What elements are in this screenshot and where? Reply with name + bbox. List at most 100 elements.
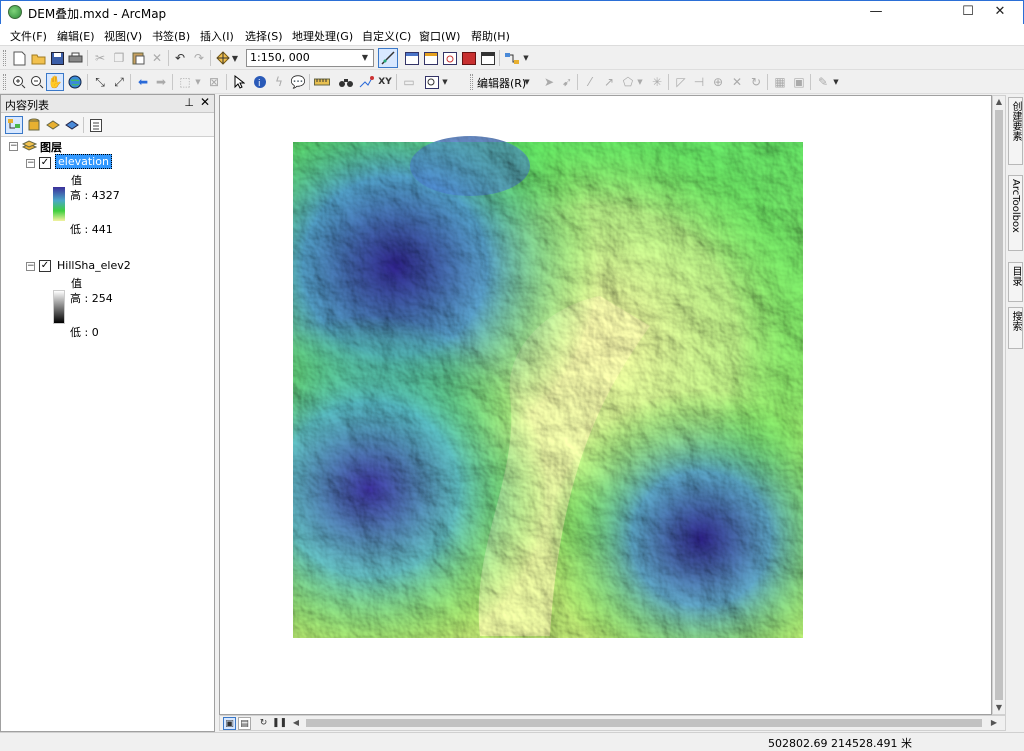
search-window-icon[interactable] [441, 49, 459, 67]
chevron-down-icon[interactable]: ▼ [194, 73, 202, 91]
menu-view[interactable]: 视图(V) [104, 28, 142, 44]
fixed-zoom-out-icon[interactable]: ⤢ [110, 73, 128, 91]
edit-vertices-icon[interactable]: ◸ [672, 73, 690, 91]
list-by-selection-icon[interactable] [63, 116, 81, 134]
print-icon[interactable] [66, 49, 84, 67]
chevron-down-icon[interactable]: ▼ [523, 73, 531, 91]
menu-windows[interactable]: 窗口(W) [419, 28, 460, 44]
menu-selection[interactable]: 选择(S) [245, 28, 283, 44]
redo-icon[interactable]: ↷ [190, 49, 208, 67]
menu-customize[interactable]: 自定义(C) [362, 28, 411, 44]
edit-tool-icon[interactable]: ➤ [540, 73, 558, 91]
edit-annotation-icon[interactable]: ➹ [558, 73, 576, 91]
split-tool-icon[interactable]: ✕ [728, 73, 746, 91]
menu-file[interactable]: 文件(F) [10, 28, 47, 44]
chevron-down-icon[interactable]: ▼ [636, 73, 644, 91]
side-tab-arctoolbox[interactable]: ArcToolbox [1008, 175, 1023, 251]
measure-icon[interactable] [313, 73, 331, 91]
expander-layers-root[interactable]: − [9, 142, 18, 151]
scroll-up-icon[interactable]: ▲ [993, 96, 1005, 108]
expander-elevation[interactable]: − [26, 159, 35, 168]
toolbar-overflow-icon[interactable]: ▼ [522, 49, 530, 67]
find-binoculars-icon[interactable] [337, 73, 355, 91]
back-extent-icon[interactable]: ⬅ [134, 73, 152, 91]
menu-bookmarks[interactable]: 书签(B) [152, 28, 190, 44]
create-features-icon[interactable]: ✎ [814, 73, 832, 91]
dem-raster-map[interactable] [220, 96, 992, 715]
open-folder-icon[interactable] [29, 49, 47, 67]
toolbar-grip[interactable] [470, 74, 473, 90]
sketch-properties-icon[interactable]: ▣ [790, 73, 808, 91]
side-tab-catalog[interactable]: 目录 [1008, 262, 1023, 302]
horizontal-scroll-thumb[interactable] [306, 719, 982, 727]
identify-icon[interactable]: i [251, 73, 269, 91]
menu-help[interactable]: 帮助(H) [471, 28, 510, 44]
editor-menu[interactable]: 编辑器(R) [477, 75, 526, 91]
pan-hand-icon[interactable]: ✋ [46, 73, 64, 91]
forward-extent-icon[interactable]: ➡ [152, 73, 170, 91]
toc-window-icon[interactable] [403, 49, 421, 67]
expander-hillshade[interactable]: − [26, 262, 35, 271]
select-elements-arrow-icon[interactable] [230, 73, 248, 91]
model-builder-icon[interactable] [503, 49, 521, 67]
cut-icon[interactable]: ✂ [91, 49, 109, 67]
zoom-in-icon[interactable] [10, 73, 28, 91]
list-by-source-icon[interactable] [25, 116, 43, 134]
hillshade-layer-name[interactable]: HillSha_elev2 [57, 259, 131, 272]
html-popup-icon[interactable]: 💬 [289, 73, 307, 91]
scroll-left-icon[interactable]: ◀ [290, 717, 302, 729]
toolbar-overflow-icon[interactable]: ▼ [441, 73, 449, 91]
list-by-drawing-order-icon[interactable] [5, 116, 23, 134]
undo-icon[interactable]: ↶ [171, 49, 189, 67]
toc-options-icon[interactable] [87, 116, 105, 134]
python-window-icon[interactable] [479, 49, 497, 67]
go-to-xy-icon[interactable]: XY [376, 73, 394, 91]
attributes-icon[interactable]: ▦ [771, 73, 789, 91]
end-point-arc-icon[interactable]: ↗ [600, 73, 618, 91]
fixed-zoom-in-icon[interactable]: ⤡ [91, 73, 109, 91]
reshape-feature-icon[interactable]: ⊣ [690, 73, 708, 91]
elevation-layer-name[interactable]: elevation [55, 154, 112, 169]
catalog-window-icon[interactable] [422, 49, 440, 67]
time-slider-icon[interactable]: ▭ [400, 73, 418, 91]
polygon-tool-icon[interactable]: ⬠ [619, 73, 637, 91]
new-document-icon[interactable] [10, 49, 28, 67]
minimize-button[interactable]: — [853, 1, 899, 24]
map-view[interactable] [219, 95, 992, 715]
toolbar-grip[interactable] [3, 74, 6, 90]
vertical-scroll-thumb[interactable] [995, 110, 1003, 700]
straight-segment-icon[interactable]: ⁄ [581, 73, 599, 91]
delete-icon[interactable]: ✕ [148, 49, 166, 67]
save-icon[interactable] [48, 49, 66, 67]
rotate-tool-icon[interactable]: ↻ [747, 73, 765, 91]
copy-icon[interactable]: ❐ [110, 49, 128, 67]
chevron-down-icon[interactable]: ▼ [358, 51, 372, 65]
hyperlink-icon[interactable]: ϟ [270, 73, 288, 91]
layout-view-icon[interactable]: ▤ [238, 717, 251, 730]
clear-selection-icon[interactable]: ⊠ [205, 73, 223, 91]
editor-toolbar-toggle-icon[interactable] [378, 48, 398, 68]
data-view-icon[interactable]: ▣ [223, 717, 236, 730]
side-tab-create-features[interactable]: 创建要素 [1008, 97, 1023, 165]
pin-icon[interactable]: ⊥ [184, 96, 194, 109]
elevation-visibility-checkbox[interactable]: ✓ [39, 157, 51, 169]
refresh-icon[interactable]: ↻ [257, 717, 270, 730]
toolbar-overflow-icon[interactable]: ▼ [832, 73, 840, 91]
paste-icon[interactable] [129, 49, 147, 67]
arctoolbox-window-icon[interactable] [460, 49, 478, 67]
add-data-dropdown-icon[interactable]: ▼ [230, 49, 240, 67]
scroll-right-icon[interactable]: ▶ [988, 717, 1000, 729]
zoom-out-icon[interactable] [28, 73, 46, 91]
scroll-down-icon[interactable]: ▼ [993, 702, 1005, 714]
side-tab-search[interactable]: 搜索 [1008, 307, 1023, 349]
list-by-visibility-icon[interactable] [44, 116, 62, 134]
map-scale-combobox[interactable]: 1:150, 000 ▼ [246, 49, 374, 67]
full-extent-globe-icon[interactable] [66, 73, 84, 91]
toolbar-grip[interactable] [3, 50, 6, 66]
hillshade-visibility-checkbox[interactable]: ✓ [39, 260, 51, 272]
point-tool-icon[interactable]: ✳ [648, 73, 666, 91]
map-vertical-scrollbar[interactable]: ▲ ▼ [992, 95, 1006, 715]
pause-drawing-icon[interactable]: ❚❚ [272, 717, 287, 730]
create-viewer-window-icon[interactable] [423, 73, 441, 91]
menu-geoprocessing[interactable]: 地理处理(G) [292, 28, 353, 44]
